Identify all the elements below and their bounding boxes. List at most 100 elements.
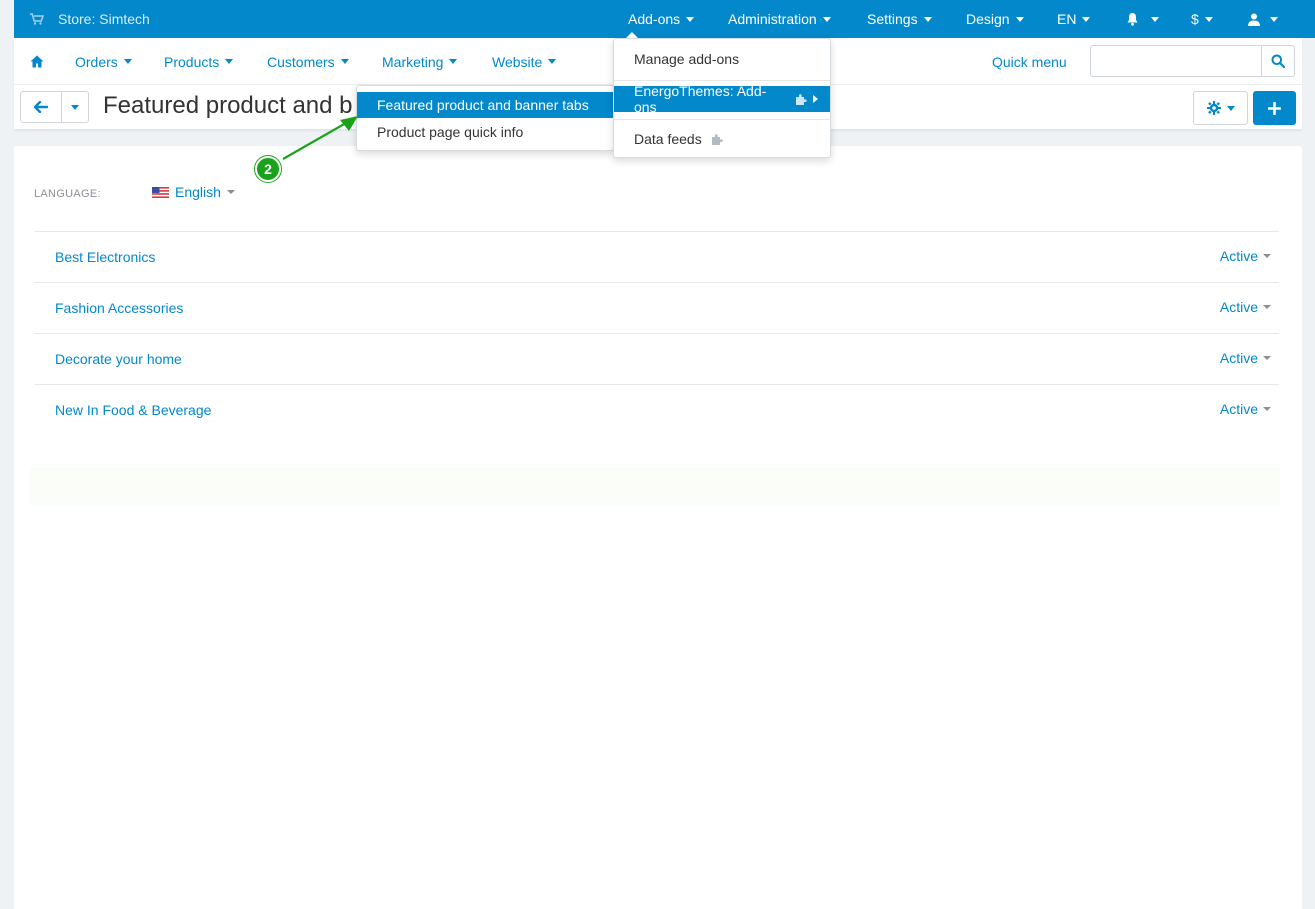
table-row: Best Electronics Active [34, 231, 1279, 282]
user-menu-button[interactable] [1248, 0, 1278, 38]
menu-orders-label: Orders [75, 53, 118, 70]
user-icon [1248, 13, 1260, 26]
back-button[interactable] [20, 91, 62, 123]
chevron-down-icon [1263, 305, 1271, 309]
status-dropdown[interactable]: Active [1220, 299, 1271, 315]
chevron-down-icon [1082, 16, 1091, 22]
arrow-left-icon [34, 101, 48, 113]
nav-currency[interactable]: $ [1191, 0, 1213, 38]
nav-settings[interactable]: Settings [867, 0, 932, 38]
language-selected: English [175, 184, 221, 200]
store-label: Store: Simtech [58, 11, 150, 27]
nav-administration[interactable]: Administration [728, 0, 831, 38]
add-button[interactable] [1253, 91, 1296, 125]
cart-icon [30, 13, 44, 25]
search-input[interactable] [1090, 45, 1262, 77]
nav-language[interactable]: EN [1057, 0, 1091, 38]
chevron-down-icon [1204, 16, 1213, 22]
menu-website[interactable]: Website [492, 38, 557, 85]
chevron-down-icon [449, 59, 458, 64]
status-label: Active [1219, 401, 1258, 417]
empty-footer-strip [30, 468, 1280, 506]
nav-design[interactable]: Design [966, 0, 1024, 38]
us-flag-icon [152, 186, 169, 198]
row-name-link[interactable]: New In Food & Beverage [55, 402, 211, 418]
status-label: Active [1219, 248, 1258, 264]
menu-orders[interactable]: Orders [75, 38, 132, 85]
language-selector[interactable]: English [152, 184, 235, 200]
nav-currency-label: $ [1191, 11, 1199, 27]
chevron-down-icon [340, 59, 349, 64]
chevron-right-icon [813, 95, 818, 103]
chevron-down-icon [923, 16, 932, 22]
status-label: Active [1219, 350, 1258, 366]
chevron-down-icon [225, 59, 234, 64]
notifications-button[interactable] [1126, 0, 1159, 38]
chevron-down-icon [1015, 16, 1024, 22]
top-bar: Store: Simtech Add-ons Administration Se… [14, 0, 1315, 38]
status-dropdown[interactable]: Active [1220, 350, 1271, 366]
row-name-link[interactable]: Best Electronics [55, 249, 155, 265]
main-card: LANGUAGE: English Best Electronics Activ… [14, 146, 1302, 909]
table-row: Fashion Accessories Active [34, 282, 1279, 333]
puzzle-icon [711, 133, 724, 145]
row-name-link[interactable]: Fashion Accessories [55, 300, 183, 316]
chevron-down-icon [1226, 105, 1235, 111]
language-label: LANGUAGE: [34, 188, 101, 200]
chevron-down-icon [1263, 407, 1271, 411]
table-row: New In Food & Beverage Active [34, 384, 1279, 435]
nav-addons-label: Add-ons [628, 11, 681, 27]
divider [614, 119, 830, 120]
energo-submenu: Featured product and banner tabs Product… [356, 85, 614, 151]
nav-administration-label: Administration [728, 11, 817, 27]
menu-energothemes-addons[interactable]: EnergoThemes: Add-ons [614, 83, 830, 115]
quick-menu-label: Quick menu [992, 53, 1067, 70]
settings-dropdown-button[interactable] [1193, 91, 1248, 125]
menu-products-label: Products [164, 53, 220, 70]
search-icon [1271, 54, 1285, 68]
chevron-down-icon [226, 190, 235, 194]
chevron-down-icon [686, 16, 695, 22]
chevron-down-icon [1151, 16, 1159, 22]
search-button[interactable] [1261, 45, 1295, 77]
status-dropdown[interactable]: Active [1220, 401, 1271, 417]
status-label: Active [1219, 299, 1258, 315]
divider [614, 80, 830, 81]
store-switcher[interactable]: Store: Simtech [30, 0, 150, 38]
menu-marketing[interactable]: Marketing [382, 38, 458, 85]
gear-icon [1206, 101, 1221, 115]
nav-language-label: EN [1057, 11, 1077, 27]
chevron-down-icon [1263, 254, 1271, 258]
annotation-badge: 2 [255, 156, 281, 182]
chevron-down-icon [822, 16, 831, 22]
bell-icon [1126, 12, 1139, 26]
menu-customers[interactable]: Customers [267, 38, 349, 85]
chevron-down-icon [71, 104, 79, 110]
menu-customers-label: Customers [267, 53, 335, 70]
menu-data-feeds[interactable]: Data feeds [614, 126, 830, 152]
annotation-arrow [282, 116, 358, 160]
menu-website-label: Website [492, 53, 543, 70]
menu-products[interactable]: Products [164, 38, 234, 85]
menu-marketing-label: Marketing [382, 53, 444, 70]
menu-manage-addons[interactable]: Manage add-ons [614, 45, 830, 73]
submenu-featured-tabs[interactable]: Featured product and banner tabs [357, 92, 613, 118]
home-icon [30, 55, 44, 68]
chevron-down-icon [1263, 356, 1271, 360]
chevron-down-icon [123, 59, 132, 64]
status-dropdown[interactable]: Active [1220, 248, 1271, 264]
puzzle-icon [796, 93, 808, 105]
table-row: Decorate your home Active [34, 333, 1279, 384]
chevron-down-icon [1270, 16, 1278, 22]
row-name-link[interactable]: Decorate your home [55, 351, 182, 367]
submenu-quick-info[interactable]: Product page quick info [357, 119, 613, 145]
menu-data-feeds-label: Data feeds [634, 131, 702, 147]
plus-icon [1268, 101, 1281, 115]
addons-dropdown: Manage add-ons EnergoThemes: Add-ons Dat… [613, 38, 831, 158]
nav-design-label: Design [966, 11, 1010, 27]
quick-menu-link[interactable]: Quick menu [992, 38, 1067, 85]
menu-energothemes-label: EnergoThemes: Add-ons [634, 83, 767, 115]
home-button[interactable] [30, 38, 44, 85]
chevron-down-icon [548, 59, 557, 64]
history-dropdown-button[interactable] [61, 91, 89, 123]
